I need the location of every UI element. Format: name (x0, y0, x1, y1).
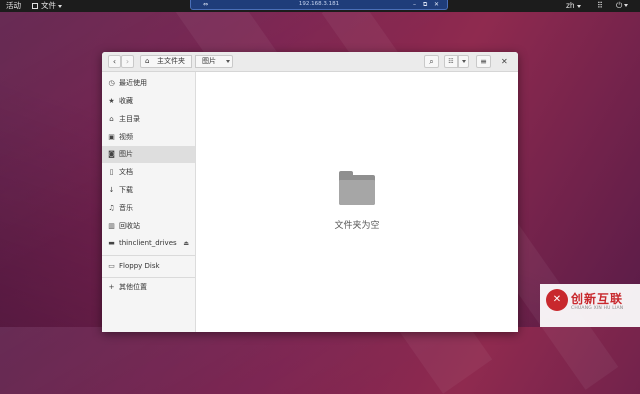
sidebar-item-label: 视频 (119, 133, 133, 141)
remote-address: 192.168.3.181 (298, 1, 340, 7)
clock-icon: ◷ (108, 79, 115, 87)
camera-icon: ◙ (108, 150, 115, 158)
sidebar-item-label: 图片 (119, 150, 133, 158)
chevron-down-icon (624, 4, 629, 7)
back-button[interactable]: ‹ (108, 55, 121, 68)
plus-icon: + (108, 283, 115, 291)
sidebar-item-label: 其他位置 (119, 283, 147, 291)
search-button[interactable]: ⌕ (424, 55, 439, 68)
view-options-button[interactable] (458, 55, 469, 68)
remote-connection-bar: ⇔ 192.168.3.181 – ⧉ ✕ (190, 0, 448, 10)
document-icon: ▯ (109, 168, 114, 176)
network-icon[interactable]: ⠿ (597, 0, 603, 12)
sidebar-item-recent[interactable]: ◷ 最近使用 (102, 75, 195, 92)
file-view[interactable]: 文件夹为空 (196, 72, 518, 332)
sidebar-separator (102, 255, 195, 256)
trash-icon: ▥ (108, 222, 115, 230)
chevron-down-icon (58, 4, 62, 8)
sidebar-item-label: Floppy Disk (119, 262, 160, 270)
sidebar-item-videos[interactable]: ▣ 视频 (102, 129, 195, 146)
minimize-icon[interactable]: – (413, 1, 416, 9)
places-sidebar: ◷ 最近使用 ★ 收藏 ⌂ 主目录 ▣ 视频 ◙ 图片 ▯ 文档 ↓ 下载 ♫ 音乐 ▥ 回收站 … (102, 72, 196, 332)
sidebar-item-label: 音乐 (119, 204, 133, 212)
sidebar-item-music[interactable]: ♫ 音乐 (102, 200, 195, 217)
sidebar-item-home[interactable]: ⌂ 主目录 (102, 111, 195, 128)
breadcrumb-current-label: 图片 (202, 57, 216, 65)
drive-icon: ▭ (108, 262, 115, 270)
sidebar-item-floppy-disk[interactable]: ▭ Floppy Disk (102, 258, 195, 275)
sidebar-item-label: 回收站 (119, 222, 140, 230)
files-app-icon (32, 3, 38, 9)
forward-button[interactable]: › (121, 55, 134, 68)
menu-button[interactable]: ≡ (476, 55, 491, 68)
sidebar-item-label: 主目录 (119, 115, 140, 123)
empty-folder-message: 文件夹为空 (334, 221, 380, 231)
sidebar-item-label: 最近使用 (119, 79, 147, 87)
eject-icon[interactable]: ⏏ (183, 235, 189, 252)
hamburger-icon: ≡ (480, 57, 487, 66)
file-manager-window: ‹ › ⌂ 主文件夹 图片 ⌕ ☷ ≡ ✕ ◷ 最近使用 ★ 收藏 ⌂ 主目录 ▣ 视频… (102, 52, 518, 332)
breadcrumb-home[interactable]: ⌂ 主文件夹 (140, 55, 192, 68)
breadcrumb-current[interactable]: 图片 (195, 55, 233, 68)
list-view-icon: ☷ (448, 58, 454, 65)
watermark-subtitle: CHUANG XIN HU LIAN (571, 306, 624, 311)
home-icon: ⌂ (109, 115, 114, 123)
language-label: zh (566, 1, 575, 10)
video-icon: ▣ (108, 133, 115, 141)
window-close-button[interactable]: ✕ (501, 55, 508, 68)
sidebar-item-other-locations[interactable]: + 其他位置 (102, 279, 195, 296)
sidebar-item-label: thinclient_drives (119, 239, 177, 247)
sidebar-item-label: 收藏 (119, 97, 133, 105)
watermark-logo-icon: ✕ (546, 289, 568, 311)
sidebar-item-documents[interactable]: ▯ 文档 (102, 164, 195, 181)
close-icon[interactable]: ✕ (434, 1, 439, 9)
search-icon: ⌕ (429, 57, 434, 66)
sidebar-item-label: 下载 (119, 186, 133, 194)
app-menu-label: 文件 (41, 1, 56, 10)
language-indicator[interactable]: zh (566, 0, 581, 12)
restore-icon[interactable]: ⧉ (423, 1, 427, 9)
watermark-name: 创新互联 (571, 292, 624, 306)
activities-button[interactable]: 活动 (6, 0, 21, 12)
watermark: ✕ 创新互联 CHUANG XIN HU LIAN (540, 284, 640, 327)
view-toggle-button[interactable]: ☷ (444, 55, 458, 68)
home-icon: ⌂ (145, 57, 150, 65)
drive-icon: ▬ (108, 239, 115, 247)
sidebar-item-pictures[interactable]: ◙ 图片 (102, 146, 195, 163)
download-icon: ↓ (108, 186, 115, 194)
sidebar-item-trash[interactable]: ▥ 回收站 (102, 218, 195, 235)
sidebar-separator (102, 277, 195, 278)
app-menu[interactable]: 文件 (41, 0, 62, 12)
chevron-down-icon (461, 60, 466, 63)
power-icon[interactable]: ⏻ (616, 0, 629, 12)
header-bar: ‹ › ⌂ 主文件夹 图片 ⌕ ☷ ≡ ✕ (102, 52, 518, 72)
sidebar-item-starred[interactable]: ★ 收藏 (102, 93, 195, 110)
chevron-down-icon (226, 60, 230, 63)
chevron-down-icon (576, 4, 581, 8)
sidebar-item-downloads[interactable]: ↓ 下载 (102, 182, 195, 199)
sidebar-item-label: 文档 (119, 168, 133, 176)
music-icon: ♫ (108, 204, 115, 212)
breadcrumb-home-label: 主文件夹 (157, 57, 185, 65)
star-icon: ★ (108, 97, 115, 105)
sidebar-item-thinclient-drives[interactable]: ▬ thinclient_drives ⏏ (102, 235, 195, 252)
